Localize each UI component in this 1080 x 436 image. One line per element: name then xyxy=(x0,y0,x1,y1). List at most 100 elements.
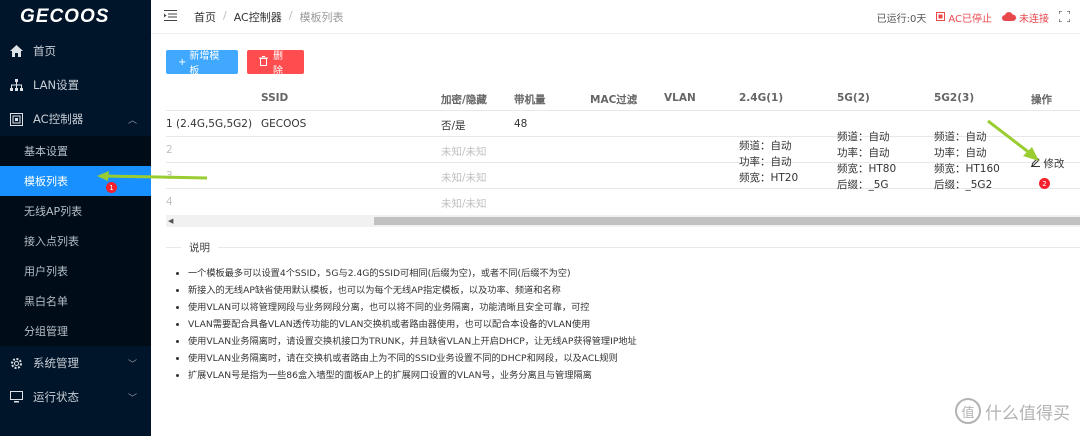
column-header: 5G(2) xyxy=(837,92,870,104)
sidebar-item-label: AC控制器 xyxy=(33,112,84,126)
annotation-arrow-left xyxy=(97,171,208,181)
alert-square-icon xyxy=(936,11,946,24)
breadcrumb-current: 模板列表 xyxy=(299,10,344,24)
sidebar-item-label: 基本设置 xyxy=(24,145,68,158)
column-header: MAC过滤 xyxy=(590,94,638,106)
breadcrumb-separator: / xyxy=(223,8,227,22)
network-icon xyxy=(9,78,23,92)
sidebar-item-status[interactable]: 运行状态 ﹀ xyxy=(0,380,151,414)
chevron-down-icon: ﹀ xyxy=(127,393,137,404)
notes-divider xyxy=(166,247,1080,248)
encryption-cell: 否/是 xyxy=(441,120,466,132)
add-template-button[interactable]: + 新增模板 xyxy=(166,50,238,77)
scrollbar-thumb[interactable] xyxy=(374,217,1080,225)
note-item: VLAN需要配合具备VLAN透传功能的VLAN交换机或者路由器使用，也可以配合本… xyxy=(188,316,637,333)
sidebar-item-label: 用户列表 xyxy=(24,265,68,278)
gear-icon xyxy=(9,356,23,370)
load-cell: 48 xyxy=(514,118,528,130)
column-header: SSID xyxy=(261,92,289,104)
annotation-badge: 2 xyxy=(1039,178,1050,189)
delete-button[interactable]: 删除 xyxy=(247,50,304,77)
sidebar-item-basic-settings[interactable]: 基本设置 xyxy=(0,136,151,166)
chevron-down-icon: ﹀ xyxy=(127,359,137,370)
row-index[interactable]: 2 xyxy=(166,144,173,156)
sidebar-item-label: 首页 xyxy=(33,44,56,58)
watermark-logo: 值 xyxy=(955,398,981,424)
home-icon xyxy=(9,44,23,58)
radio-bandwidth: 频宽：HT80 xyxy=(837,163,897,175)
add-template-label: 新增模板 xyxy=(189,51,220,77)
sidebar-item-label: 系统管理 xyxy=(33,356,79,370)
row-index[interactable]: 4 xyxy=(166,196,173,208)
sidebar-item-system[interactable]: 系统管理 ﹀ xyxy=(0,346,151,380)
header: 首页 / AC控制器 / 模板列表 已运行:0天 AC已停止 未连接 xyxy=(151,0,1080,34)
radio-channel: 频道：自动 xyxy=(837,131,890,143)
breadcrumb-separator: / xyxy=(288,8,293,22)
trash-icon xyxy=(259,55,268,69)
sidebar-item-lan[interactable]: LAN设置 xyxy=(0,68,151,102)
sidebar-item-label: 接入点列表 xyxy=(24,235,79,248)
cloud-status: 未连接 xyxy=(1002,10,1049,25)
radio-5g-settings: 频道：自动 功率：自动 频宽：HT80 后缀：_5G xyxy=(837,129,896,193)
sidebar-item-home[interactable]: 首页 xyxy=(0,34,151,68)
sidebar-item-label: 分组管理 xyxy=(24,325,68,338)
app-logo: GECOOS xyxy=(20,6,110,27)
sidebar-item-blacklist[interactable]: 黑白名单 xyxy=(0,286,151,316)
sidebar-item-label: 无线AP列表 xyxy=(24,205,83,218)
controller-icon xyxy=(9,112,23,126)
sidebar-item-user-list[interactable]: 用户列表 xyxy=(0,256,151,286)
notes-list: 一个模板最多可以设置4个SSID，5G与2.4G的SSID可相同(后缀为空)，或… xyxy=(188,265,637,384)
radio-channel: 频道：自动 xyxy=(739,140,792,152)
radio-24g-settings: 频道：自动 功率：自动 频宽：HT20 xyxy=(739,138,798,186)
watermark-text: 什么值得买 xyxy=(985,403,1070,424)
radio-suffix: 后缀：_5G xyxy=(837,179,889,191)
column-header: 加密/隐藏 xyxy=(441,94,487,106)
sidebar-item-label: 运行状态 xyxy=(33,390,79,404)
column-header: 5G2(3) xyxy=(934,92,975,104)
sidebar-item-label: 黑白名单 xyxy=(24,295,68,308)
sidebar-item-label: LAN设置 xyxy=(33,78,80,92)
plus-icon: + xyxy=(178,56,187,68)
monitor-icon xyxy=(9,390,23,404)
encryption-cell: 未知/未知 xyxy=(441,198,487,210)
row-index[interactable]: 1 (2.4G,5G,5G2) xyxy=(166,118,252,130)
column-header: 2.4G(1) xyxy=(739,92,784,104)
column-header: 带机量 xyxy=(514,94,546,106)
breadcrumb-home[interactable]: 首页 xyxy=(194,9,216,25)
annotation-arrow-edit xyxy=(987,119,1039,161)
ssid-cell: GECOOS xyxy=(261,118,307,130)
cloud-icon xyxy=(1002,11,1017,24)
fullscreen-icon[interactable] xyxy=(1058,9,1071,25)
watermark: 值 什么值得买 xyxy=(955,398,1070,424)
scroll-left-icon[interactable]: ◀ xyxy=(168,217,173,225)
column-header: 操作 xyxy=(1031,94,1052,106)
chevron-up-icon: ︿ xyxy=(127,115,137,126)
sidebar-item-ap-list[interactable]: 无线AP列表 xyxy=(0,196,151,226)
horizontal-scrollbar[interactable]: ◀ xyxy=(166,215,1080,227)
main-content: + 新增模板 删除 SSID 加密/隐藏 带机量 MAC过滤 VLAN 2.4G… xyxy=(151,34,1080,436)
radio-power: 功率：自动 xyxy=(739,156,792,168)
toolbar: + 新增模板 删除 xyxy=(166,50,304,77)
edit-label: 修改 xyxy=(1043,158,1065,170)
cloud-status-text: 未连接 xyxy=(1019,14,1049,25)
uptime-text: 已运行:0天 xyxy=(876,14,927,25)
ac-status-text: AC已停止 xyxy=(948,14,992,25)
radio-power: 功率：自动 xyxy=(837,147,890,159)
menu-fold-icon[interactable] xyxy=(164,9,178,24)
encryption-cell: 未知/未知 xyxy=(441,172,487,184)
note-item: 使用VLAN业务隔离时，请在交换机或者路由上为不同的SSID业务设置不同的DHC… xyxy=(188,350,637,367)
radio-suffix: 后缀：_5G2 xyxy=(934,179,993,191)
radio-bandwidth: 频宽：HT20 xyxy=(739,172,799,184)
delete-label: 删除 xyxy=(273,51,283,77)
sidebar-item-ac-controller[interactable]: AC控制器 ︿ xyxy=(0,102,151,136)
note-item: 扩展VLAN号是指为一些86盒入墙型的面板AP上的扩展网口设置的VLAN号，业务… xyxy=(188,367,637,384)
breadcrumb-ac-controller[interactable]: AC控制器 xyxy=(234,9,282,25)
sidebar-item-group-management[interactable]: 分组管理 xyxy=(0,316,151,346)
status-bar: 已运行:0天 AC已停止 未连接 xyxy=(876,9,1071,25)
column-header: VLAN xyxy=(664,92,696,104)
note-item: 一个模板最多可以设置4个SSID，5G与2.4G的SSID可相同(后缀为空)，或… xyxy=(188,265,637,282)
notes-title: 说明 xyxy=(181,240,218,255)
sidebar-item-access-point-list[interactable]: 接入点列表 xyxy=(0,226,151,256)
header-divider xyxy=(166,110,1080,111)
encryption-cell: 未知/未知 xyxy=(441,146,487,158)
